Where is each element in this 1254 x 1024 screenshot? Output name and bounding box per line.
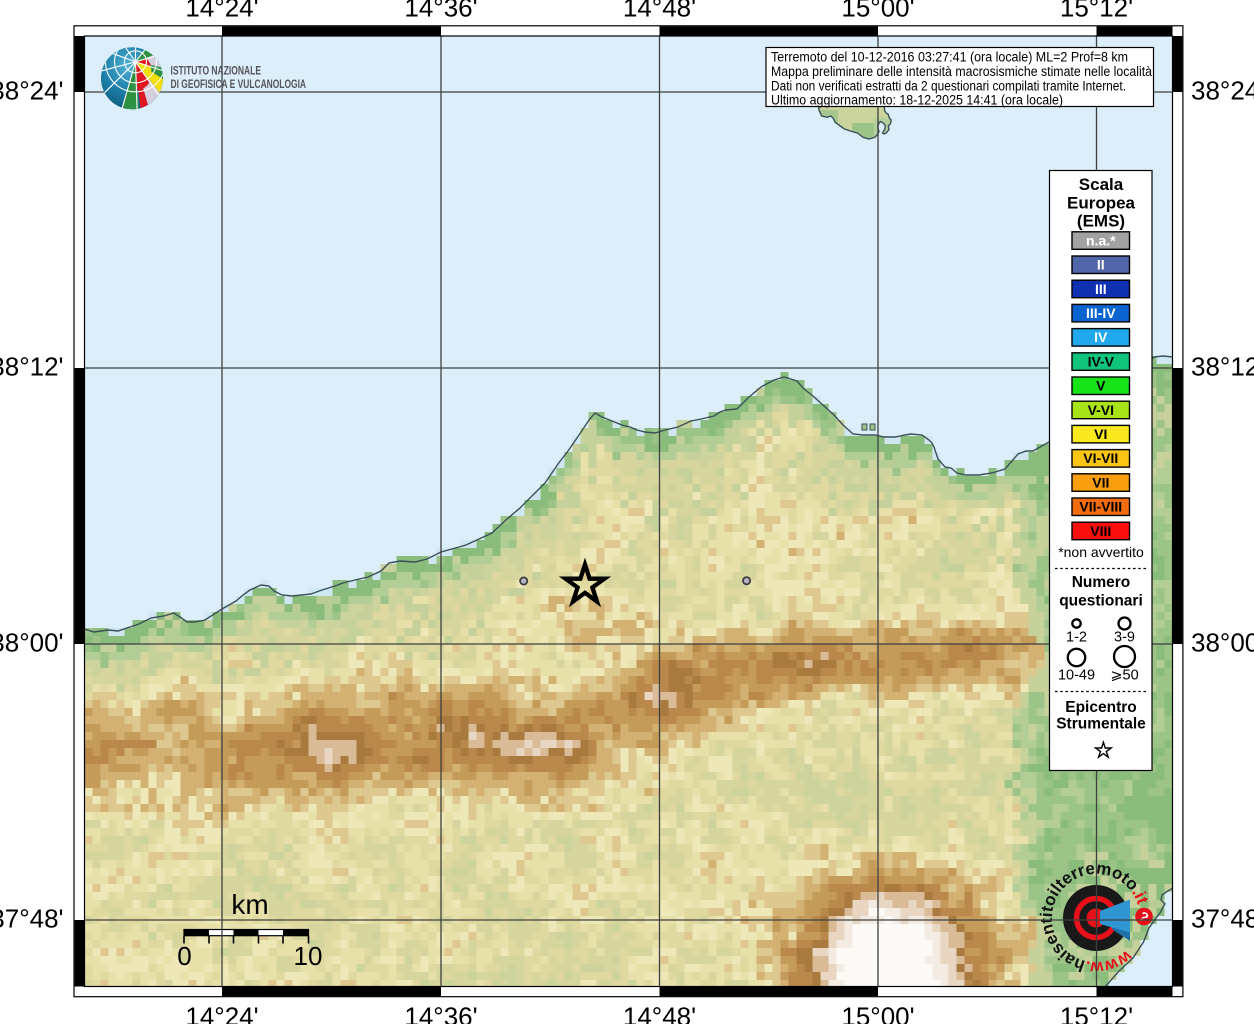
svg-text:IV: IV: [1094, 329, 1108, 345]
svg-text:15°12': 15°12': [1060, 1002, 1133, 1024]
svg-text:15°00': 15°00': [841, 0, 914, 23]
svg-text:Strumentale: Strumentale: [1056, 716, 1146, 733]
svg-text:V-VI: V-VI: [1088, 402, 1114, 418]
svg-text:Numero: Numero: [1072, 574, 1131, 591]
svg-text:DI GEOFISICA E VULCANOLOGIA: DI GEOFISICA E VULCANOLOGIA: [171, 77, 307, 91]
svg-text:III-IV: III-IV: [1086, 305, 1116, 321]
svg-text:38°24': 38°24': [1191, 76, 1254, 106]
svg-text:VI-VII: VI-VII: [1083, 450, 1118, 466]
svg-text:37°48': 37°48': [1191, 904, 1254, 934]
svg-text:38°24': 38°24': [0, 76, 64, 106]
svg-text:III: III: [1095, 281, 1107, 297]
svg-text:*non avvertito: *non avvertito: [1058, 544, 1144, 560]
svg-text:Mappa preliminare delle intens: Mappa preliminare delle intensità macros…: [771, 64, 1152, 79]
svg-text:15°12': 15°12': [1060, 0, 1133, 23]
svg-text:14°24': 14°24': [185, 1002, 258, 1024]
svg-text:14°48': 14°48': [623, 0, 696, 23]
svg-text:3-9: 3-9: [1114, 630, 1135, 646]
svg-text:VII: VII: [1092, 474, 1109, 490]
svg-text:Epicentro: Epicentro: [1065, 699, 1136, 716]
svg-text:14°36': 14°36': [404, 1002, 477, 1024]
svg-text:VII-VIII: VII-VIII: [1079, 499, 1122, 515]
svg-text:⩾50: ⩾50: [1110, 668, 1138, 684]
svg-text:questionari: questionari: [1059, 593, 1143, 610]
svg-text:1-2: 1-2: [1066, 630, 1087, 646]
svg-text:14°36': 14°36': [404, 0, 477, 23]
svg-text:0: 0: [177, 941, 191, 971]
svg-text:VIII: VIII: [1090, 523, 1111, 539]
svg-text:Ultimo aggiornamento: 18-12-20: Ultimo aggiornamento: 18-12-2025 14:41 (…: [771, 93, 1063, 108]
svg-text:II: II: [1097, 257, 1105, 273]
svg-text:14°24': 14°24': [185, 0, 258, 23]
svg-text:(EMS): (EMS): [1077, 212, 1125, 231]
svg-text:38°00': 38°00': [1191, 628, 1254, 658]
svg-text:38°00': 38°00': [0, 628, 64, 658]
svg-text:10-49: 10-49: [1058, 668, 1095, 684]
svg-text:Dati non verificati estratti d: Dati non verificati estratti da 2 questi…: [771, 78, 1126, 93]
svg-text:Terremoto del 10-12-2016 03:27: Terremoto del 10-12-2016 03:27:41 (ora l…: [771, 50, 1128, 65]
svg-text:n.a.*: n.a.*: [1086, 232, 1116, 248]
svg-text:10: 10: [294, 941, 323, 971]
svg-text:ISTITUTO NAZIONALE: ISTITUTO NAZIONALE: [171, 64, 262, 78]
svg-text:37°48': 37°48': [0, 904, 64, 934]
svg-text:14°48': 14°48': [623, 1002, 696, 1024]
svg-text:15°00': 15°00': [841, 1002, 914, 1024]
svg-text:km: km: [231, 889, 268, 920]
svg-text:IV-V: IV-V: [1088, 353, 1115, 369]
svg-text:V: V: [1096, 378, 1106, 394]
svg-text:Scala: Scala: [1079, 175, 1124, 194]
svg-text:Europea: Europea: [1067, 194, 1136, 213]
svg-text:38°12': 38°12': [0, 352, 64, 382]
svg-text:38°12': 38°12': [1191, 352, 1254, 382]
svg-text:VI: VI: [1094, 426, 1107, 442]
